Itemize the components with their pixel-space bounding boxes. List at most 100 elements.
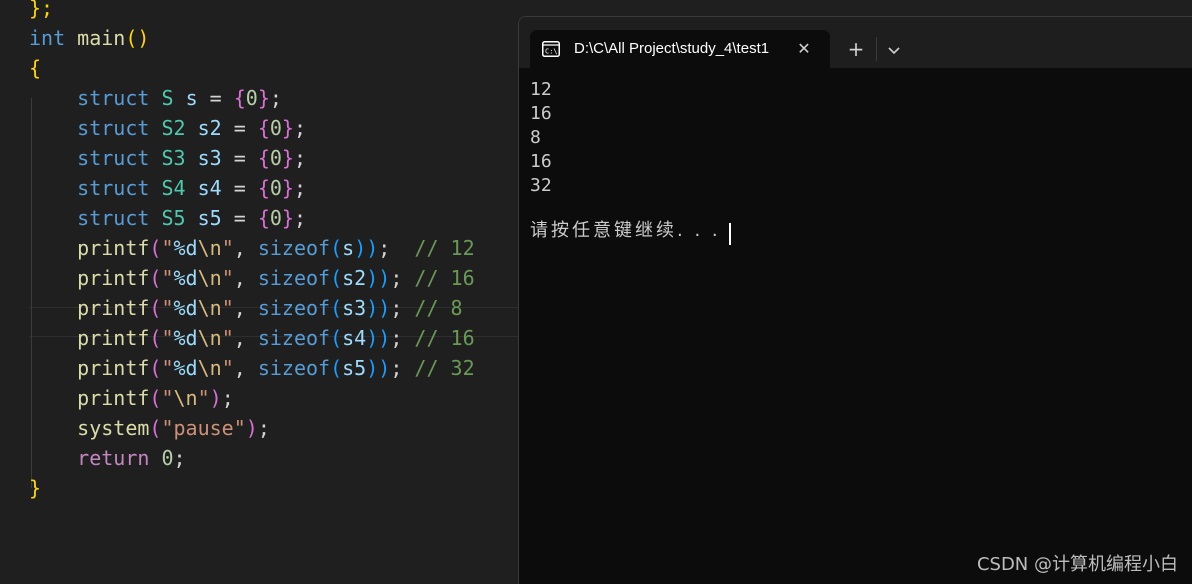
code-token: , <box>233 266 258 290</box>
code-token: printf <box>77 326 150 350</box>
code-token: s5 <box>342 356 367 380</box>
code-token: = <box>197 86 234 110</box>
code-token: } <box>281 116 294 140</box>
code-line[interactable]: int main() <box>29 23 149 53</box>
code-token: s <box>342 236 355 260</box>
code-token: " <box>161 356 174 380</box>
code-line[interactable]: } <box>29 473 41 503</box>
code-token: ; <box>390 326 415 350</box>
tab-title: D:\C\All Project\study_4\test1 <box>574 40 770 57</box>
code-line[interactable]: return 0; <box>29 443 186 473</box>
code-token: } <box>29 476 42 500</box>
terminal-output-line: 请按任意键继续. . . <box>530 220 730 241</box>
code-token: struct <box>77 176 150 200</box>
code-token: system <box>77 416 150 440</box>
code-line[interactable]: printf("%d\n", sizeof(s4)); // 16 <box>29 323 474 353</box>
code-token: = <box>221 176 258 200</box>
code-token: struct <box>77 146 150 170</box>
code-token: \n <box>197 296 222 320</box>
code-token: // 12 <box>414 236 475 260</box>
code-token: ; <box>293 206 307 230</box>
code-token: , <box>233 236 258 260</box>
code-line[interactable]: system("pause"); <box>29 413 270 443</box>
code-token: " <box>161 296 174 320</box>
code-token: )) <box>366 296 391 320</box>
code-token: ; <box>390 356 415 380</box>
code-token: " <box>161 386 174 410</box>
code-token: struct <box>77 86 150 110</box>
code-line[interactable]: struct S2 s2 = {0}; <box>29 113 306 143</box>
code-token: %d <box>173 266 198 290</box>
code-token: } <box>281 176 294 200</box>
code-token: sizeof <box>257 266 331 290</box>
code-token: , <box>233 356 258 380</box>
terminal-output-line: 8 <box>530 127 541 148</box>
code-token: ( <box>330 236 343 260</box>
terminal-output-line: 12 <box>530 79 552 100</box>
code-token: "pause" <box>161 416 246 440</box>
code-token: ; <box>293 176 307 200</box>
code-token: \n <box>197 326 222 350</box>
code-token: printf <box>77 236 150 260</box>
new-tab-button[interactable]: + <box>843 30 869 68</box>
code-line[interactable]: struct S5 s5 = {0}; <box>29 203 306 233</box>
terminal-tab[interactable]: C:\ D:\C\All Project\study_4\test1 ✕ <box>530 30 830 68</box>
code-token: ; <box>293 146 307 170</box>
code-token: S <box>161 86 174 110</box>
code-token: s5 <box>197 206 222 230</box>
code-line[interactable]: printf("%d\n", sizeof(s5)); // 32 <box>29 353 474 383</box>
terminal-window[interactable]: C:\ D:\C\All Project\study_4\test1 ✕ + 1… <box>518 16 1192 584</box>
code-token: printf <box>77 296 150 320</box>
code-token: %d <box>173 236 198 260</box>
code-line[interactable]: printf("%d\n", sizeof(s2)); // 16 <box>29 263 474 293</box>
code-token: " <box>161 326 174 350</box>
code-token: ( <box>330 326 343 350</box>
code-token: \n <box>197 356 222 380</box>
code-token: 0 <box>269 206 282 230</box>
code-token: printf <box>77 356 150 380</box>
code-line[interactable]: printf("\n"); <box>29 383 234 413</box>
code-token: // 8 <box>414 296 463 320</box>
code-token: sizeof <box>257 236 331 260</box>
code-token: ( <box>149 416 162 440</box>
code-line[interactable]: { <box>29 53 41 83</box>
code-token: s3 <box>342 296 367 320</box>
code-token: { <box>233 86 246 110</box>
code-line[interactable]: struct S3 s3 = {0}; <box>29 143 306 173</box>
code-token: ( <box>330 266 343 290</box>
code-token: s <box>185 86 198 110</box>
code-token: } <box>281 206 294 230</box>
code-token: , <box>233 296 258 320</box>
code-token: s2 <box>342 266 367 290</box>
code-token: ; <box>390 296 415 320</box>
watermark: CSDN @计算机编程小白 <box>976 554 1178 575</box>
code-token: \n <box>197 266 222 290</box>
code-line[interactable]: struct S s = {0}; <box>29 83 282 113</box>
code-line[interactable]: struct S4 s4 = {0}; <box>29 173 306 203</box>
dropdown-chevron-icon[interactable] <box>883 43 905 57</box>
code-line[interactable]: printf("%d\n", sizeof(s)); // 12 <box>29 233 475 263</box>
code-token: \n <box>197 236 222 260</box>
code-token: S4 <box>161 176 186 200</box>
code-token: ( <box>149 236 162 260</box>
code-line[interactable]: }; <box>29 0 53 23</box>
code-token: ; <box>173 446 186 470</box>
code-token: = <box>221 146 258 170</box>
code-line[interactable]: printf("%d\n", sizeof(s3)); // 8 <box>29 293 463 323</box>
close-tab-button[interactable]: ✕ <box>792 30 816 68</box>
code-token: ) <box>209 386 222 410</box>
code-token: " <box>161 236 174 260</box>
code-token: sizeof <box>257 356 331 380</box>
code-token: ; <box>378 236 415 260</box>
